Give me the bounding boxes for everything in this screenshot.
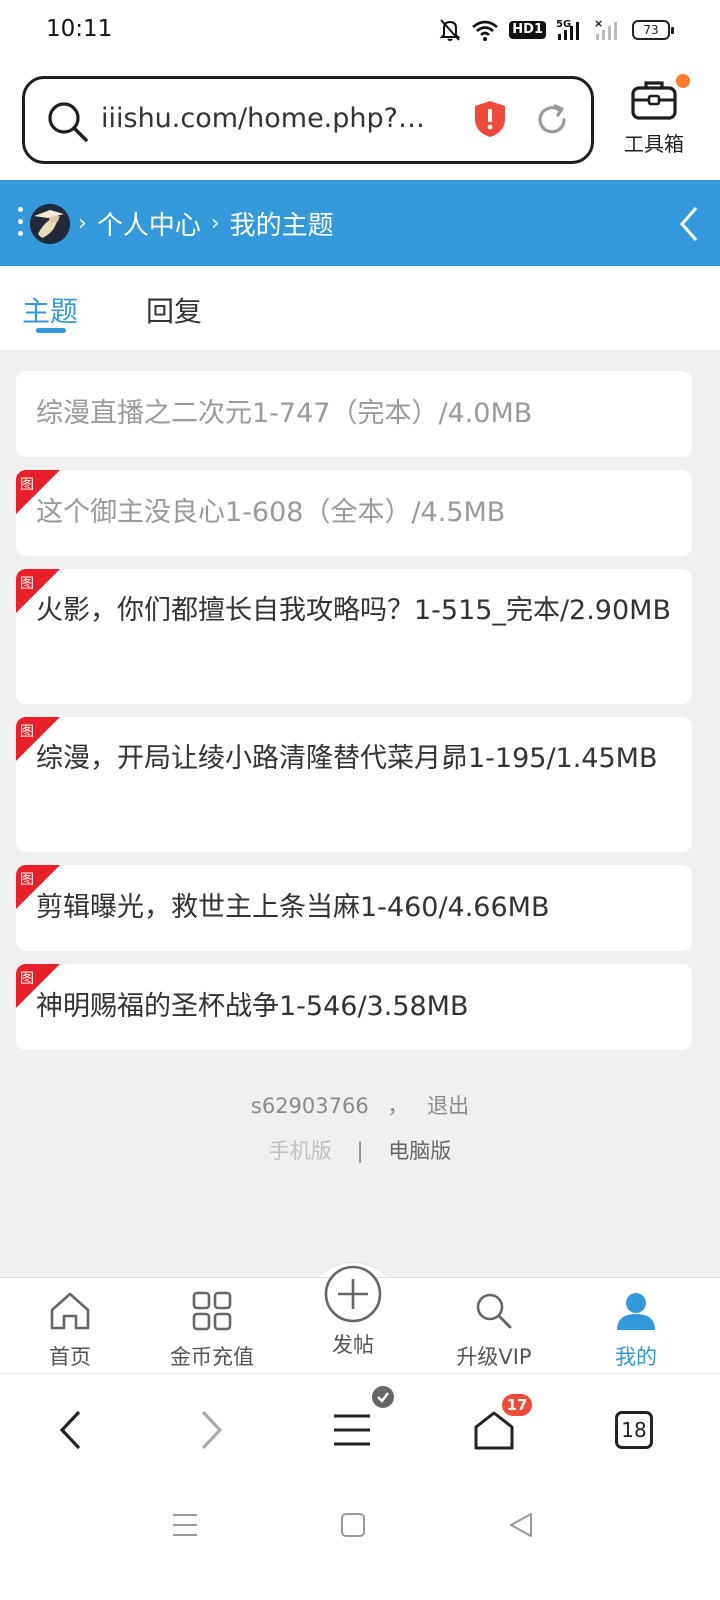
system-nav-bar (0, 1480, 720, 1600)
nav-item-mine[interactable]: 我的 (576, 1290, 696, 1371)
footer-divider: | (356, 1139, 364, 1163)
back-chevron-icon[interactable] (678, 206, 700, 242)
menu-icon (334, 1414, 370, 1446)
status-bar: 10:11 HD1 5G × 73 (0, 0, 720, 64)
site-header: › 个人中心 › 我的主题 (0, 180, 720, 266)
menu-button[interactable] (322, 1386, 394, 1458)
logout-link[interactable]: 退出 (427, 1094, 469, 1118)
list-item[interactable]: 图 这个御主没良心1-608（全本）/4.5MB (16, 470, 692, 556)
url-field[interactable]: iiishu.com/home.php?mod=space&uid=... (22, 76, 594, 164)
svg-text:图: 图 (20, 576, 34, 592)
svg-text:×: × (594, 18, 603, 30)
nav-item-upgrade-vip[interactable]: 升级VIP (434, 1290, 554, 1371)
footer-separator: ， (387, 1094, 409, 1118)
desktop-version-link[interactable]: 电脑版 (388, 1139, 451, 1163)
forward-button[interactable] (182, 1402, 242, 1458)
checkmark-badge-icon (372, 1386, 394, 1408)
svg-text:图: 图 (20, 724, 34, 740)
tab-replies[interactable]: 回复 (146, 290, 202, 330)
footer-username[interactable]: s62903766 (251, 1094, 369, 1118)
nav-label: 我的 (615, 1345, 657, 1369)
breadcrumb-separator: › (210, 211, 220, 236)
toolbox-label: 工具箱 (624, 132, 684, 156)
list-item[interactable]: 图 综漫，开局让绫小路清隆替代菜月昴1-195/1.45MB (16, 717, 692, 852)
svg-text:图: 图 (20, 477, 34, 493)
footer-links: 手机版 | 电脑版 (0, 1135, 720, 1165)
nav-item-recharge[interactable]: 金币充值 (152, 1290, 272, 1371)
toolbox-icon (630, 74, 690, 122)
nav-label: 发帖 (332, 1333, 374, 1357)
thread-title[interactable]: 神明赐福的圣杯战争1-546/3.58MB (36, 983, 672, 1031)
nav-label: 升级VIP (456, 1345, 532, 1369)
tab-bar: 主题 回复 (0, 266, 720, 350)
grid-icon (192, 1291, 232, 1331)
browser-address-bar: iiishu.com/home.php?mod=space&uid=... 工具… (0, 64, 720, 180)
list-item[interactable]: 综漫直播之二次元1-747（完本）/4.0MB (16, 371, 692, 457)
back-arrow-icon (59, 1410, 81, 1450)
recents-icon[interactable] (172, 1510, 198, 1540)
active-tab-indicator (36, 328, 66, 333)
breadcrumb-item-personal-center[interactable]: 个人中心 (97, 205, 201, 242)
url-text[interactable]: iiishu.com/home.php?mod=space&uid=... (101, 103, 437, 134)
list-item[interactable]: 图 神明赐福的圣杯战争1-546/3.58MB (16, 964, 692, 1050)
search-icon (48, 102, 88, 142)
nav-item-post[interactable]: 发帖 (304, 1264, 402, 1359)
breadcrumb-separator: › (78, 211, 87, 236)
list-item[interactable]: 图 火影，你们都擅长自我攻略吗？1-515_完本/2.90MB (16, 569, 692, 704)
breadcrumb: › 个人中心 › 我的主题 (78, 205, 334, 242)
status-icons: HD1 5G × 73 (439, 18, 674, 42)
thread-title[interactable]: 综漫，开局让绫小路清隆替代菜月昴1-195/1.45MB (36, 735, 672, 783)
user-icon (617, 1293, 655, 1330)
home-icon (50, 1292, 90, 1330)
toolbox-button[interactable]: 工具箱 (614, 74, 694, 157)
footer-user-line: s62903766 ， 退出 (0, 1090, 720, 1120)
mobile-version-link[interactable]: 手机版 (269, 1139, 332, 1163)
avatar[interactable] (30, 204, 70, 244)
add-post-icon (324, 1265, 382, 1323)
home-badge: 17 (502, 1394, 532, 1416)
wifi-icon (472, 20, 499, 41)
nav-label: 金币充值 (170, 1345, 254, 1369)
tab-threads[interactable]: 主题 (22, 290, 78, 330)
notification-dot (676, 74, 690, 88)
breadcrumb-item-my-threads[interactable]: 我的主题 (230, 205, 334, 242)
hd-badge: HD1 (509, 21, 546, 39)
nav-item-home[interactable]: 首页 (10, 1290, 130, 1371)
browser-toolbar: 17 18 (0, 1373, 720, 1480)
tab-count: 18 (615, 1411, 653, 1449)
bottom-nav: 首页 金币充值 发帖 升级VIP 我的 (0, 1265, 720, 1373)
thread-title[interactable]: 综漫直播之二次元1-747（完本）/4.0MB (36, 390, 672, 438)
tabs-button[interactable]: 18 (604, 1402, 664, 1458)
reload-icon[interactable] (533, 101, 571, 139)
forward-arrow-icon (201, 1410, 223, 1450)
list-item[interactable]: 图 剪辑曝光，救世主上条当麻1-460/4.66MB (16, 865, 692, 951)
security-shield-icon[interactable] (473, 99, 507, 139)
nav-label: 首页 (49, 1345, 91, 1369)
menu-dots-icon[interactable] (18, 207, 26, 241)
thread-list: 综漫直播之二次元1-747（完本）/4.0MB 图 这个御主没良心1-608（全… (16, 371, 692, 1063)
back-triangle-icon[interactable] (508, 1510, 534, 1540)
svg-text:5G: 5G (556, 19, 571, 30)
mute-bell-icon (439, 19, 461, 41)
thread-title[interactable]: 剪辑曝光，救世主上条当麻1-460/4.66MB (36, 884, 672, 932)
signal-5g-icon: 5G (556, 19, 579, 40)
battery-icon: 73 (632, 20, 674, 40)
thread-title[interactable]: 这个御主没良心1-608（全本）/4.5MB (36, 489, 672, 537)
svg-text:图: 图 (20, 872, 34, 888)
home-square-icon[interactable] (340, 1510, 366, 1540)
svg-text:图: 图 (20, 971, 34, 987)
search-icon (476, 1293, 512, 1329)
status-time: 10:11 (46, 16, 113, 42)
thread-title[interactable]: 火影，你们都擅长自我攻略吗？1-515_完本/2.90MB (36, 587, 672, 635)
home-button[interactable]: 17 (464, 1394, 532, 1458)
back-button[interactable] (40, 1402, 100, 1458)
signal-x-icon: × (594, 18, 617, 40)
